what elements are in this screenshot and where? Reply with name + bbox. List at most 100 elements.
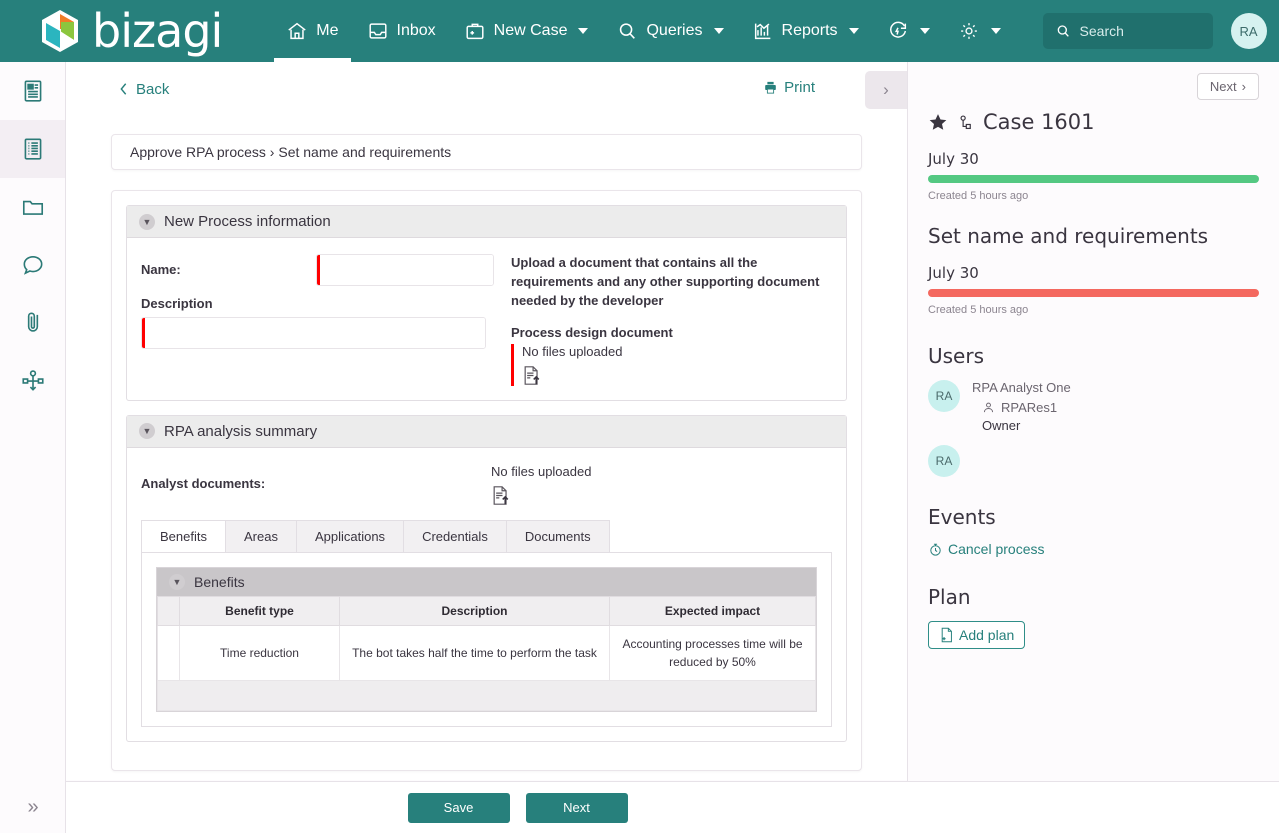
benefits-table-footer xyxy=(157,680,816,711)
next-label: Next xyxy=(1209,78,1237,94)
chevron-down-icon[interactable]: ▼ xyxy=(169,573,185,590)
column-expected-impact: Expected impact xyxy=(609,595,816,626)
nav-item-new-case[interactable]: New Case xyxy=(450,0,603,62)
back-label: Back xyxy=(136,80,170,98)
save-button[interactable]: Save xyxy=(407,792,510,823)
left-rail: » xyxy=(0,62,66,833)
back-button[interactable]: Back xyxy=(118,81,169,98)
section-header[interactable]: ▼ RPA analysis summary xyxy=(127,415,846,448)
nav-item-queries[interactable]: Queries xyxy=(602,0,737,62)
chevron-down-icon xyxy=(578,28,589,34)
name-input[interactable] xyxy=(320,255,493,285)
stage-progress-bar xyxy=(928,175,1259,183)
nav-item-inbox[interactable]: Inbox xyxy=(353,0,450,62)
section-new-process-information: ▼ New Process information Name: Descript… xyxy=(126,205,847,401)
events-heading: Events xyxy=(928,505,996,529)
add-plan-button[interactable]: Add plan xyxy=(928,621,1026,649)
tab-documents[interactable]: Documents xyxy=(505,519,610,552)
description-label: Description xyxy=(141,296,213,311)
folder-icon xyxy=(20,194,46,220)
chevron-right-icon: › xyxy=(1241,78,1246,94)
column-benefit-type: Benefit type xyxy=(179,595,340,626)
nav-item-refresh[interactable] xyxy=(873,0,944,62)
search-icon xyxy=(616,20,638,42)
description-field[interactable] xyxy=(141,317,486,349)
right-panel: Next › Case 1601 July 30 Created 5 hours… xyxy=(907,62,1279,833)
rail-expand-button[interactable]: » xyxy=(0,781,66,833)
case-link-icon[interactable] xyxy=(956,113,975,132)
top-header: bizagi Me Inbox New Case Queries Reports… xyxy=(0,0,1279,62)
brand-logo[interactable]: bizagi xyxy=(36,7,223,55)
print-button[interactable]: Print xyxy=(763,79,815,96)
process-design-document-label: Process design document xyxy=(511,324,673,340)
file-upload-icon[interactable] xyxy=(491,485,591,506)
footer-actions: Save Next xyxy=(66,781,1279,833)
briefcase-plus-icon xyxy=(464,20,486,42)
section-title: RPA analysis summary xyxy=(164,422,318,440)
user-login-row: RPARes1 xyxy=(982,400,1071,415)
list-item[interactable]: RA RPA Analyst One RPARes1 Owner xyxy=(928,380,1259,433)
search-icon xyxy=(1055,23,1071,39)
favorite-star-icon[interactable] xyxy=(928,112,948,132)
section-title: New Process information xyxy=(164,213,331,230)
chevron-down-icon[interactable]: ▼ xyxy=(139,423,155,440)
benefits-title: Benefits xyxy=(194,573,245,590)
nav-item-settings[interactable] xyxy=(944,0,1015,62)
rail-item-process-diagram[interactable] xyxy=(0,352,65,410)
user-avatar[interactable]: RA xyxy=(1230,13,1267,49)
search-input[interactable] xyxy=(1079,23,1200,39)
row-selector-cell[interactable] xyxy=(157,624,180,681)
nav-item-me[interactable]: Me xyxy=(272,0,352,62)
center-toolbar: Back Print › xyxy=(66,62,907,116)
global-search[interactable] xyxy=(1042,13,1213,49)
chevron-down-icon[interactable]: ▼ xyxy=(139,213,155,230)
breadcrumb: Approve RPA process › Set name and requi… xyxy=(111,134,862,170)
rail-item-comments[interactable] xyxy=(0,236,65,294)
benefits-table: Benefit type Description Expected impact… xyxy=(157,595,816,681)
rail-item-attachments[interactable] xyxy=(0,294,65,352)
inbox-icon xyxy=(367,20,389,42)
section-rpa-analysis-summary: ▼ RPA analysis summary Analyst documents… xyxy=(126,414,847,742)
rail-item-form[interactable] xyxy=(0,120,65,178)
gear-icon xyxy=(958,20,980,42)
nav-item-reports[interactable]: Reports xyxy=(738,0,873,62)
nav-label: New Case xyxy=(493,22,568,39)
upload-help-text: Upload a document that contains all the … xyxy=(511,255,820,308)
fields-column: Name: Description xyxy=(141,254,501,386)
table-header-row: Benefit type Description Expected impact xyxy=(157,595,816,626)
chevron-down-icon xyxy=(848,28,859,34)
tab-credentials[interactable]: Credentials xyxy=(403,519,506,552)
stage-progress-bar xyxy=(928,289,1259,297)
stage-current: Set name and requirements July 30 Create… xyxy=(928,224,1259,316)
next-button[interactable]: Next xyxy=(525,792,628,823)
user-details: RPA Analyst One RPARes1 Owner xyxy=(972,380,1071,433)
process-design-document-upload[interactable]: No files uploaded xyxy=(511,343,832,386)
case-title: Case 1601 xyxy=(983,110,1095,134)
center-content: Back Print › Approve RPA process › Set n… xyxy=(66,62,907,780)
tab-areas[interactable]: Areas xyxy=(224,519,296,552)
section-header[interactable]: ▼ New Process information xyxy=(127,206,846,238)
list-item[interactable]: RA xyxy=(928,445,1259,477)
rail-item-folder[interactable] xyxy=(0,178,65,236)
nav-label: Inbox xyxy=(396,22,436,39)
field-name: Name: xyxy=(141,254,501,286)
chevron-down-icon xyxy=(919,28,930,34)
cancel-process-link[interactable]: Cancel process xyxy=(928,541,1259,557)
document-plus-icon xyxy=(939,627,954,643)
tab-benefits[interactable]: Benefits xyxy=(141,519,225,552)
panel-collapse-button[interactable]: › xyxy=(865,71,907,109)
name-field[interactable] xyxy=(316,254,494,286)
next-case-button[interactable]: Next › xyxy=(1196,72,1259,100)
cell-description: The bot takes half the time to perform t… xyxy=(339,624,610,681)
file-upload-icon[interactable] xyxy=(522,365,622,386)
table-row[interactable]: Time reduction The bot takes half the ti… xyxy=(157,624,816,681)
description-input[interactable] xyxy=(145,318,485,348)
cell-expected-impact: Accounting processes time will be reduce… xyxy=(609,624,816,681)
attachment-icon xyxy=(20,310,46,336)
tab-applications[interactable]: Applications xyxy=(295,519,404,552)
printer-icon xyxy=(763,80,778,95)
benefits-subsection-header[interactable]: ▼ Benefits xyxy=(157,567,816,596)
comment-icon xyxy=(20,252,46,278)
analyst-documents-upload[interactable]: No files uploaded xyxy=(491,462,591,506)
rail-item-summary[interactable] xyxy=(0,62,65,120)
